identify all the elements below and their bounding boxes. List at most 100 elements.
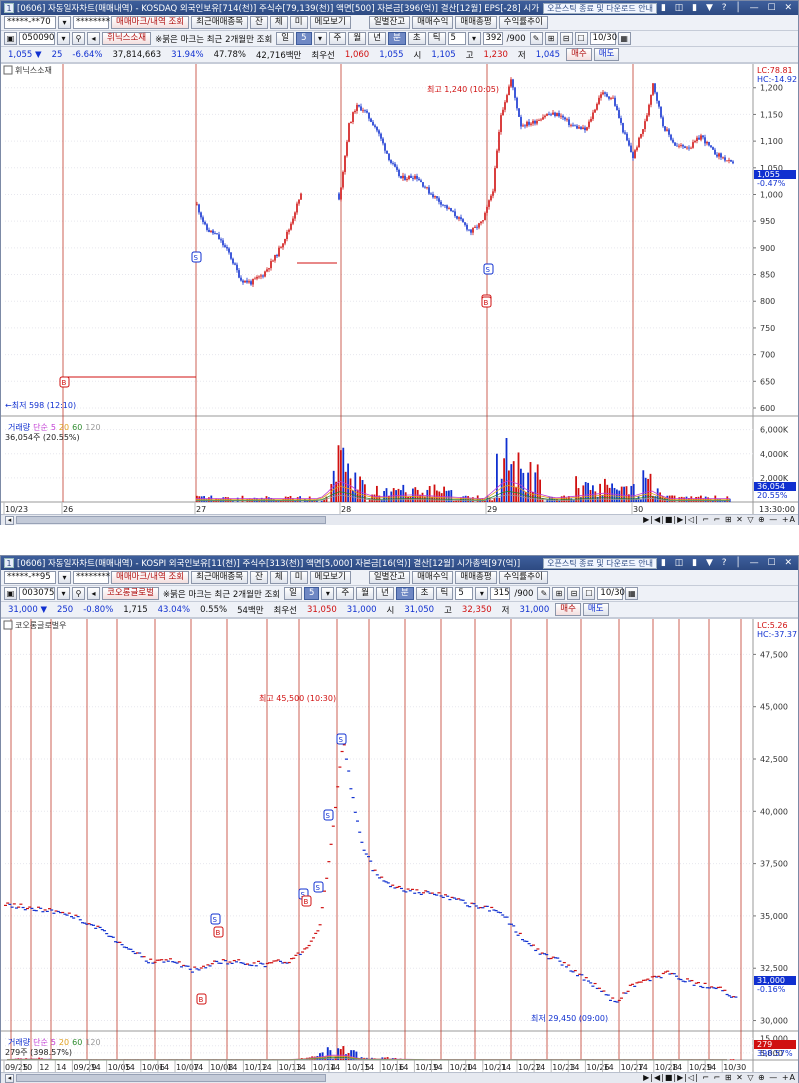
chevron-down-icon[interactable]: ▾	[58, 16, 71, 29]
period-second[interactable]: 초	[415, 587, 434, 600]
prev-next-icon[interactable]: ◂	[87, 587, 100, 600]
trade-profit-button[interactable]: 매매수익	[412, 571, 454, 584]
window-controls[interactable]: ▮ ◫ ▮ ▼ ? │ — ☐ ✕	[661, 3, 795, 13]
period-interval[interactable]: 5	[296, 32, 312, 45]
period-interval[interactable]: 5	[303, 587, 320, 600]
interval-input[interactable]: 5	[447, 32, 466, 45]
memo-button[interactable]: 메모보기	[309, 16, 351, 29]
recent-trades-button[interactable]: 최근매매종목	[191, 16, 249, 29]
period-day[interactable]: 일	[284, 587, 302, 600]
period-day[interactable]: 일	[276, 32, 295, 45]
password-input[interactable]: ********	[73, 16, 110, 29]
buy-button[interactable]: 매수	[566, 48, 592, 61]
tool-icon[interactable]: ⊞	[552, 587, 566, 600]
chevron-down-icon[interactable]: ▾	[57, 587, 70, 600]
period-month[interactable]: 월	[356, 587, 375, 600]
period-week[interactable]: 주	[336, 587, 355, 600]
return-trend-button[interactable]: 수익률추이	[498, 571, 548, 584]
price-tick	[448, 898, 452, 901]
period-second[interactable]: 초	[407, 32, 426, 45]
account-input[interactable]: *****-**95	[4, 571, 56, 584]
calendar-icon[interactable]: ▦	[617, 32, 631, 45]
buy-button[interactable]: 매수	[555, 603, 581, 616]
ad-notice-button[interactable]: 오픈스틱 종료 및 다운로드 안내	[543, 557, 657, 569]
bar-count-input[interactable]: 392	[482, 32, 503, 45]
price-tick	[347, 770, 351, 772]
checkbox-icon[interactable]: ☐	[582, 587, 596, 600]
period-tick[interactable]: 틱	[435, 587, 454, 600]
price-tick	[413, 892, 417, 894]
title-bar[interactable]: 1 [0606] 자동일자차트(매매내역) - KOSPI 외국인보유[11(천…	[1, 556, 798, 570]
account-input[interactable]: *****-**70	[4, 16, 56, 29]
x-tick-label: 14	[227, 1063, 237, 1072]
tool-icon[interactable]: ✎	[529, 32, 543, 45]
tool-icon[interactable]: ⊞	[544, 32, 558, 45]
period-month[interactable]: 월	[348, 32, 367, 45]
sell-button[interactable]: 매도	[593, 48, 620, 61]
interval-input[interactable]: 5	[455, 587, 474, 600]
trade-profit-button[interactable]: 매매수익	[412, 16, 454, 29]
tool-icon[interactable]: ⊟	[559, 32, 573, 45]
marker-label: S	[339, 736, 344, 744]
executed-button[interactable]: 체	[269, 571, 288, 584]
chevron-down-icon[interactable]: ▾	[467, 32, 481, 45]
chevron-down-icon[interactable]: ▾	[58, 571, 71, 584]
balance-button[interactable]: 잔	[250, 16, 268, 29]
recent-trades-button[interactable]: 최근매매종목	[191, 571, 249, 584]
checkbox-icon[interactable]: ☐	[574, 32, 588, 45]
chevron-down-icon[interactable]: ▾	[321, 587, 335, 600]
stock-code-input[interactable]: 003075	[19, 587, 55, 600]
password-input[interactable]: ********	[73, 571, 110, 584]
tool-icon[interactable]: ⊟	[567, 587, 581, 600]
candle-body	[604, 92, 606, 94]
prev-next-icon[interactable]: ◂	[87, 32, 100, 45]
unfilled-button[interactable]: 미	[289, 571, 308, 584]
chevron-down-icon[interactable]: ▾	[475, 587, 489, 600]
ad-notice-button[interactable]: 오픈스틱 종료 및 다운로드 안내	[543, 2, 657, 14]
trade-mark-query-button[interactable]: 매매마크/내역 조회	[111, 571, 190, 584]
date-input[interactable]: 10/30	[597, 587, 625, 600]
balance-button[interactable]: 잔	[250, 571, 268, 584]
tool-icon[interactable]: ✎	[537, 587, 551, 600]
chevron-down-icon[interactable]: ▾	[57, 32, 70, 45]
date-input[interactable]: 10/30	[589, 32, 617, 45]
trade-review-button[interactable]: 매매총평	[455, 16, 497, 29]
y-tick-label: 750	[760, 324, 775, 333]
title-bar[interactable]: 1 [0606] 자동일자차트(매매내역) - KOSDAQ 외국인보유[714…	[1, 1, 798, 15]
bar-count-input[interactable]: 315	[490, 587, 511, 600]
chart-scrollbar[interactable]: ◂ ▶|◀|■|▶|◁| ⌐ ⌐ ⊞ ✕ ▽ ⊕ — +A	[1, 1072, 798, 1083]
period-year[interactable]: 년	[376, 587, 394, 600]
daily-balance-button[interactable]: 일별잔고	[368, 16, 411, 29]
chevron-down-icon[interactable]: ▾	[313, 32, 327, 45]
chart-area[interactable]: 47,500 45,000 42,500 40,000 37,500 35,000 32,5…	[1, 618, 798, 1074]
trade-mark-query-button[interactable]: 매매마크/내역 조회	[111, 16, 190, 29]
search-icon[interactable]: ⚲	[72, 32, 85, 45]
search-icon[interactable]: ⚲	[72, 587, 85, 600]
chart-tool-icons[interactable]: ▶|◀|■|▶|◁| ⌐ ⌐ ⊞ ✕ ▽ ⊕ — +A	[643, 515, 796, 525]
period-minute[interactable]: 분	[395, 587, 414, 600]
scroll-left-icon[interactable]: ◂	[5, 515, 14, 525]
period-year[interactable]: 년	[368, 32, 387, 45]
stock-code-input[interactable]: 050090	[19, 32, 55, 45]
volume-bar	[340, 450, 342, 502]
daily-balance-button[interactable]: 일별잔고	[368, 571, 411, 584]
memo-button[interactable]: 메모보기	[309, 571, 351, 584]
price-tick	[719, 986, 722, 988]
chart-area[interactable]: 1,200 1,150 1,100 1,050 1,000 950 900 850 800 750…	[1, 63, 798, 516]
period-minute[interactable]: 분	[388, 32, 406, 45]
chart-tool-icons[interactable]: ▶|◀|■|▶|◁| ⌐ ⌐ ⊞ ✕ ▽ ⊕ — +A	[643, 1073, 796, 1083]
scroll-left-icon[interactable]: ◂	[5, 1073, 14, 1083]
x-tick-label: 14	[262, 1063, 272, 1072]
return-trend-button[interactable]: 수익률추이	[498, 16, 548, 29]
scroll-thumb[interactable]	[16, 516, 326, 524]
sell-button[interactable]: 매도	[582, 603, 609, 616]
scroll-thumb[interactable]	[16, 1074, 326, 1082]
period-tick[interactable]: 틱	[427, 32, 446, 45]
period-week[interactable]: 주	[328, 32, 347, 45]
window-controls[interactable]: ▮ ◫ ▮ ▼ ? │ — ☐ ✕	[661, 558, 795, 568]
executed-button[interactable]: 체	[269, 16, 288, 29]
chart-scrollbar[interactable]: ◂ ▶|◀|■|▶|◁| ⌐ ⌐ ⊞ ✕ ▽ ⊕ — +A	[1, 514, 798, 525]
calendar-icon[interactable]: ▦	[625, 587, 639, 600]
unfilled-button[interactable]: 미	[289, 16, 308, 29]
trade-review-button[interactable]: 매매총평	[455, 571, 497, 584]
